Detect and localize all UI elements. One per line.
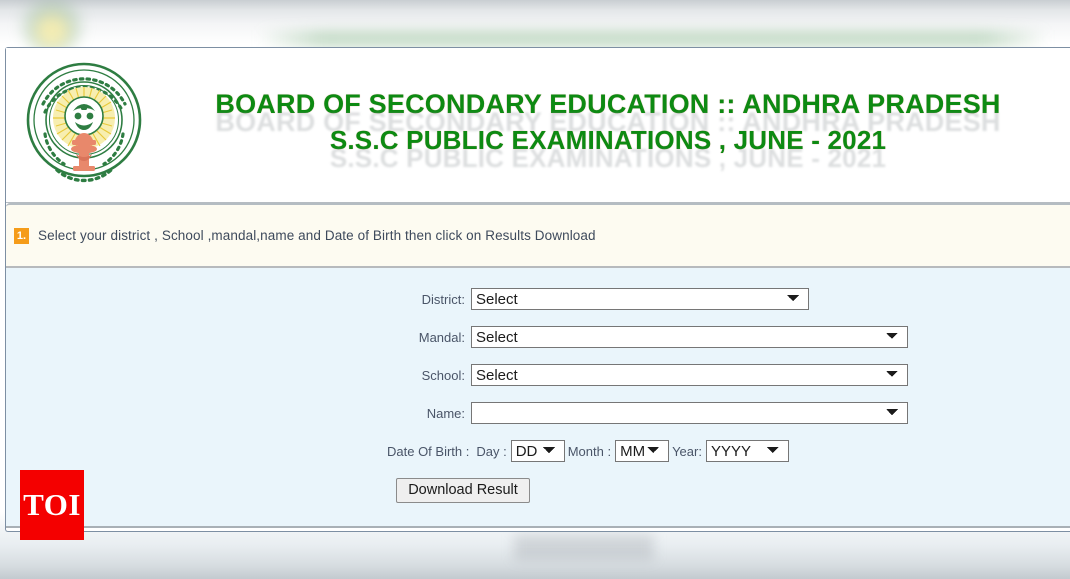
instruction-number-badge: 1. xyxy=(14,227,29,244)
instruction-bar: 1. Select your district , School ,mandal… xyxy=(6,203,1070,268)
mandal-row: Mandal: Select xyxy=(6,318,1070,356)
card-bottom-divider xyxy=(6,526,1070,528)
school-select[interactable]: Select xyxy=(471,364,908,386)
school-label: School: xyxy=(421,367,465,383)
dob-label: Date Of Birth : xyxy=(387,443,470,459)
school-row: School: Select xyxy=(6,356,1070,394)
name-select[interactable] xyxy=(471,402,908,424)
name-label: Name: xyxy=(426,405,465,421)
header-titles: BOARD OF SECONDARY EDUCATION :: ANDHRA P… xyxy=(166,86,1050,173)
dob-year-label: Year: xyxy=(672,443,702,459)
submit-row: Download Result xyxy=(6,470,1070,510)
dob-month-label: Month : xyxy=(567,443,612,459)
dob-day-label: Day : xyxy=(476,443,507,459)
name-row: Name: xyxy=(6,394,1070,432)
exam-title-line: S.S.C PUBLIC EXAMINATIONS , JUNE - 2021 … xyxy=(166,122,1050,173)
page-background: BOARD OF SECONDARY EDUCATION :: ANDHRA P… xyxy=(0,0,1070,579)
emblem-reflection xyxy=(22,0,82,48)
district-select[interactable]: Select xyxy=(471,288,809,310)
instruction-text: Select your district , School ,mandal,na… xyxy=(38,228,596,243)
page-header: BOARD OF SECONDARY EDUCATION :: ANDHRA P… xyxy=(6,48,1070,203)
ap-government-emblem-icon xyxy=(23,56,145,191)
district-row: District: Select xyxy=(6,280,1070,318)
exam-title-text: S.S.C PUBLIC EXAMINATIONS , JUNE - 2021 xyxy=(329,125,887,155)
toi-watermark-logo: TOI xyxy=(20,470,84,540)
download-result-button[interactable]: Download Result xyxy=(396,477,530,503)
dob-month-select[interactable]: MM xyxy=(615,440,670,462)
dob-day-select[interactable]: DD xyxy=(510,440,565,462)
dob-year-select[interactable]: YYYY xyxy=(705,440,789,462)
results-card: BOARD OF SECONDARY EDUCATION :: ANDHRA P… xyxy=(5,47,1070,532)
mandal-select[interactable]: Select xyxy=(471,326,908,348)
date-of-birth-row: Date Of Birth : Day : DD Month : MM Year… xyxy=(6,432,1070,470)
district-label: District: xyxy=(421,291,465,307)
board-title-text: BOARD OF SECONDARY EDUCATION :: ANDHRA P… xyxy=(215,89,1001,119)
mandal-label: Mandal: xyxy=(418,329,465,345)
result-search-form: District: Select Mandal: Select School: … xyxy=(6,268,1070,528)
board-title-line: BOARD OF SECONDARY EDUCATION :: ANDHRA P… xyxy=(166,86,1050,137)
button-reflection-blur xyxy=(514,534,654,560)
title-reflection xyxy=(258,30,1048,48)
header-reflection-blur xyxy=(0,0,1070,48)
